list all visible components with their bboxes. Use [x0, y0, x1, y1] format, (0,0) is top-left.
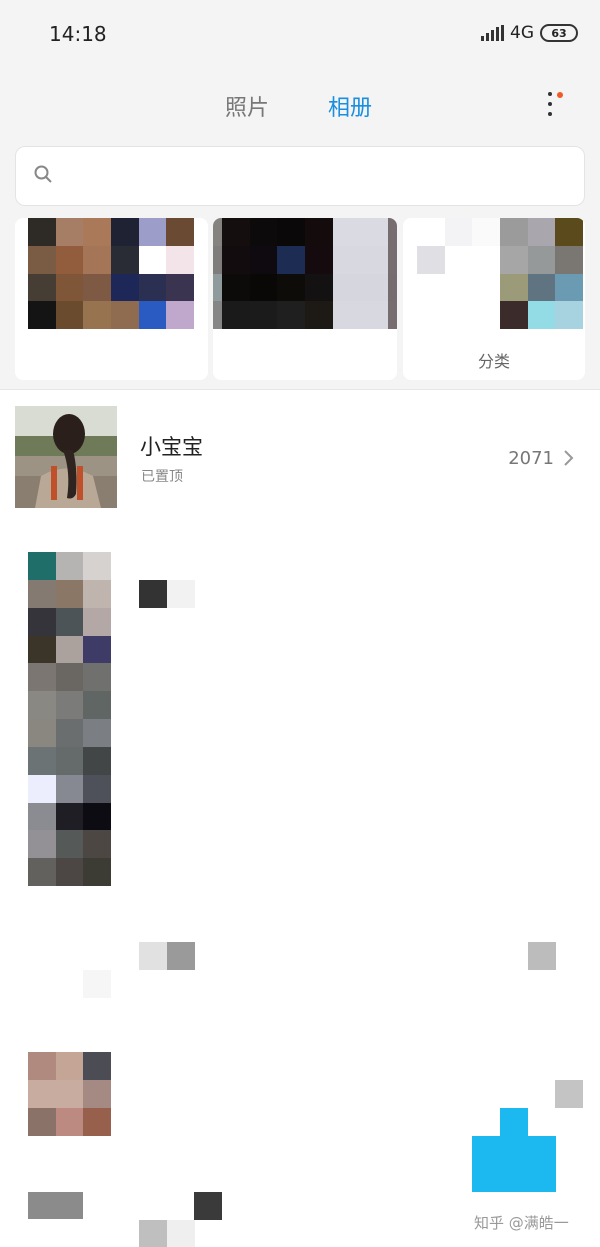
more-vertical-icon[interactable]: [538, 90, 563, 120]
search-section: 分类: [0, 140, 600, 390]
album-name-redacted: [139, 942, 167, 970]
notification-dot-icon: [557, 92, 563, 98]
card-thumbnail-mosaic: [417, 218, 583, 329]
album-name: 小宝宝: [140, 435, 203, 459]
chevron-right-icon: [564, 450, 574, 466]
network-type: 4G: [510, 23, 534, 43]
battery-icon: 63: [540, 24, 578, 42]
status-indicators: 4G 63: [481, 23, 578, 43]
album-sub-redacted: [28, 1192, 83, 1219]
album-row[interactable]: [0, 540, 600, 890]
album-count: 2071: [508, 448, 554, 469]
album-count-redacted: [528, 942, 556, 970]
tab-photos[interactable]: 照片: [225, 90, 269, 122]
album-cover-image: [15, 406, 117, 508]
category-card-people[interactable]: [15, 218, 208, 380]
category-card-places[interactable]: [213, 218, 397, 380]
card-thumbnail-mosaic: [28, 218, 194, 329]
album-name-redacted: [167, 580, 195, 608]
album-name-redacted: [139, 1220, 167, 1247]
category-card-classify[interactable]: 分类: [403, 218, 585, 380]
search-bar[interactable]: [15, 146, 585, 206]
album-row[interactable]: [0, 930, 600, 1000]
tab-albums[interactable]: 相册: [328, 90, 372, 122]
category-label: 分类: [477, 352, 510, 371]
album-count-redacted: [555, 1080, 583, 1108]
top-tab-bar: 照片 相册: [0, 70, 600, 140]
album-name-redacted: [194, 1192, 222, 1220]
album-row[interactable]: 小宝宝 已置顶 2071: [0, 391, 600, 517]
album-pinned-label: 已置顶: [141, 469, 183, 485]
search-icon: [34, 165, 52, 183]
album-cover: [28, 552, 111, 886]
status-bar: 14:18 4G 63: [0, 0, 600, 70]
search-input[interactable]: [68, 159, 568, 193]
card-thumbnail-mosaic: [213, 218, 397, 329]
add-album-button[interactable]: [472, 1108, 556, 1192]
status-time: 14:18: [49, 22, 107, 46]
album-name-redacted: [167, 1220, 195, 1247]
album-name-redacted: [167, 942, 195, 970]
album-cover: [28, 1052, 111, 1136]
album-cover: [15, 406, 117, 508]
watermark-text: 知乎 @满皓一: [474, 1214, 569, 1232]
signal-icon: [481, 25, 504, 41]
battery-level: 63: [551, 26, 567, 40]
album-name-redacted: [139, 580, 167, 608]
album-sub-redacted: [83, 970, 111, 998]
